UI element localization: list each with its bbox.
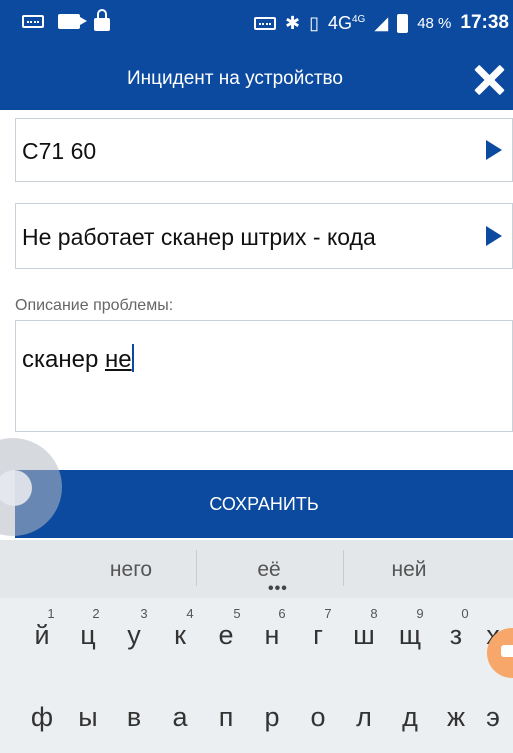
chevron-right-icon (486, 226, 502, 246)
key-п[interactable]: п (206, 702, 246, 733)
key-а[interactable]: а (160, 702, 200, 733)
key-з[interactable]: з (436, 620, 476, 651)
description-text: сканер не (22, 344, 134, 373)
key-number-hint: 1 (47, 606, 55, 621)
key-number-hint: 6 (278, 606, 286, 621)
lock-icon (94, 9, 110, 31)
key-щ[interactable]: щ (390, 620, 430, 651)
key-number-hint: 4 (186, 606, 194, 621)
close-icon[interactable] (471, 62, 505, 96)
key-й[interactable]: й (22, 620, 62, 651)
key-number-hint: 5 (233, 606, 241, 621)
problem-select-value: Не работает сканер штрих - кода (22, 224, 376, 250)
suggestion-1[interactable]: него (56, 558, 206, 582)
clock: 17:38 (460, 12, 509, 33)
suggestion-2[interactable]: её (194, 558, 344, 582)
description-textarea[interactable]: сканер не (15, 320, 513, 432)
device-select-value: С71 60 (22, 138, 97, 164)
key-н[interactable]: н (252, 620, 292, 651)
key-ж[interactable]: ж (436, 702, 476, 733)
app-screen: ✱ ▯ 4G4G ◢ 48 % 17:38 Инцидент на устрой… (0, 0, 513, 753)
key-е[interactable]: е (206, 620, 246, 651)
key-л[interactable]: л (344, 702, 384, 733)
status-left-icons (22, 9, 110, 31)
network-type: 4G4G (327, 12, 366, 33)
device-select[interactable]: С71 60 (15, 118, 513, 182)
problem-select[interactable]: Не работает сканер штрих - кода (15, 203, 513, 269)
keyboard-icon (253, 16, 276, 30)
status-bar: ✱ ▯ 4G4G ◢ 48 % 17:38 (0, 0, 513, 52)
key-г[interactable]: г (298, 620, 338, 651)
text-cursor (131, 344, 134, 372)
signal-icon: ◢ (374, 13, 389, 33)
key-ш[interactable]: ш (344, 620, 384, 651)
bluetooth-icon: ✱ (284, 13, 301, 33)
key-number-hint: 8 (370, 606, 378, 621)
battery-icon (397, 13, 409, 33)
save-button[interactable]: СОХРАНИТЬ (15, 470, 513, 538)
more-suggestions-icon[interactable]: ••• (268, 580, 288, 598)
key-number-hint: 3 (140, 606, 148, 621)
chevron-right-icon (486, 140, 502, 160)
key-number-hint: 2 (92, 606, 100, 621)
suggestion-bar: него её ••• ней (0, 540, 513, 598)
keyboard-row-2: ф ы в а п р о л д ж э (0, 680, 513, 740)
key-о[interactable]: о (298, 702, 338, 733)
key-д[interactable]: д (390, 702, 430, 733)
key-ы[interactable]: ы (68, 702, 108, 733)
battery-percent: 48 % (417, 14, 452, 32)
onscreen-keyboard: него её ••• ней 1 2 3 4 5 6 7 8 9 0 й ц … (0, 540, 513, 753)
key-number-hint: 0 (461, 606, 469, 621)
suggestion-3[interactable]: ней (334, 558, 484, 582)
key-у[interactable]: у (114, 620, 154, 651)
key-э[interactable]: э (473, 702, 513, 733)
key-в[interactable]: в (114, 702, 154, 733)
camera-icon (58, 14, 87, 29)
keyboard-icon (22, 15, 44, 28)
description-label: Описание проблемы: (15, 297, 174, 314)
keyboard-row-1: 1 2 3 4 5 6 7 8 9 0 й ц у к е н г ш щ з … (0, 602, 513, 662)
key-к[interactable]: к (160, 620, 200, 651)
page-title: Инцидент на устройство (127, 68, 343, 89)
key-р[interactable]: р (252, 702, 292, 733)
key-ф[interactable]: ф (22, 702, 62, 733)
key-ц[interactable]: ц (68, 620, 108, 651)
key-number-hint: 9 (416, 606, 424, 621)
vibrate-icon: ▯ (309, 13, 319, 33)
status-right-icons: ✱ ▯ 4G4G ◢ 48 % 17:38 (253, 12, 509, 34)
key-number-hint: 7 (324, 606, 332, 621)
app-header: Инцидент на устройство (0, 52, 513, 110)
